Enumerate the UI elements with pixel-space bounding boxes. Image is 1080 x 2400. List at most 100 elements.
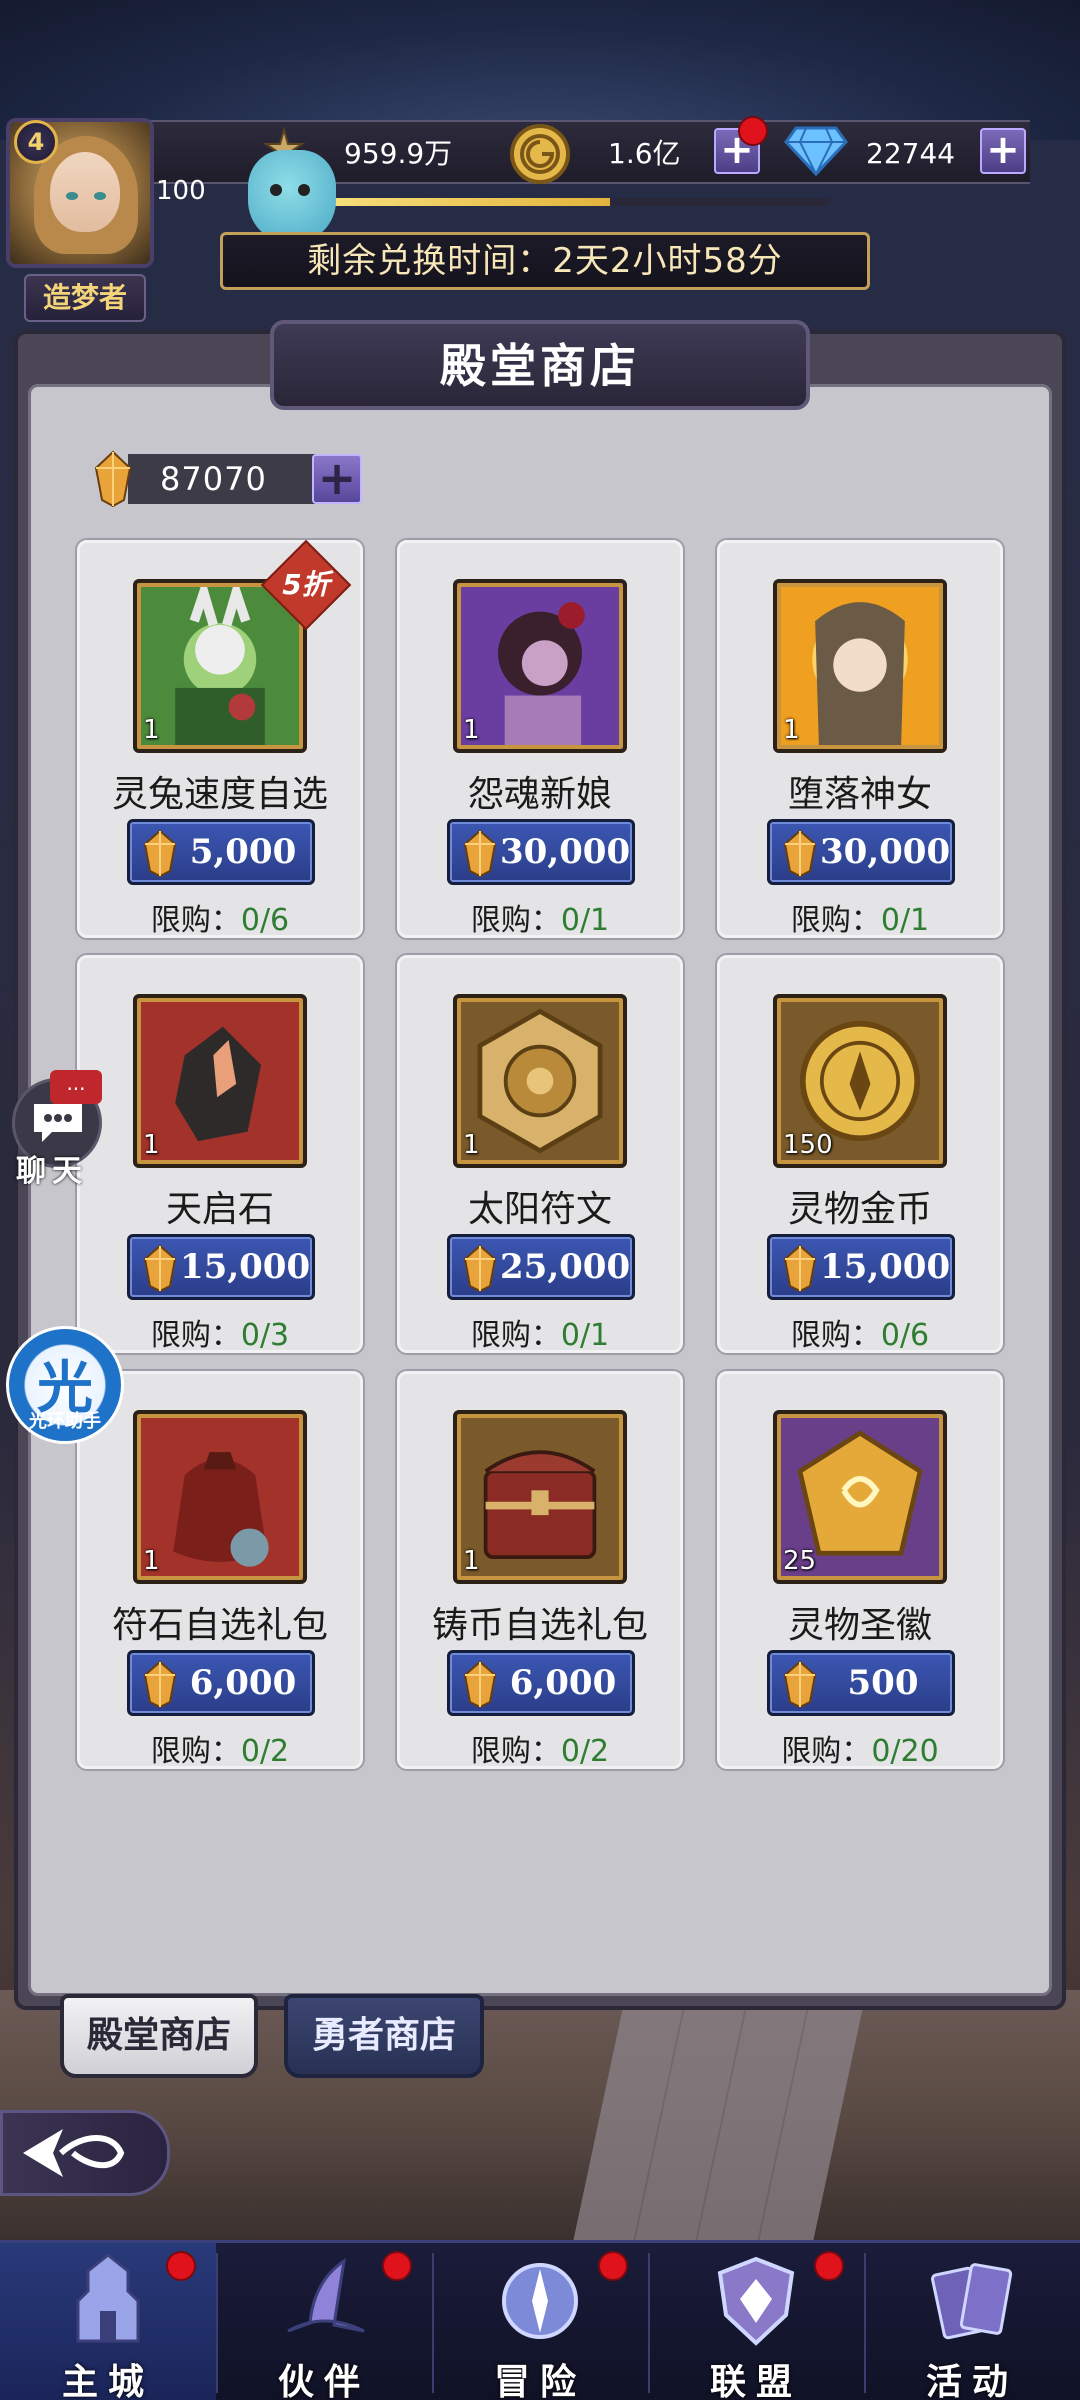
purchase-limit-value: 0/1 xyxy=(560,1318,610,1353)
shop-item-image[interactable]: 1 xyxy=(773,579,947,753)
purchase-limit-value: 0/1 xyxy=(880,903,930,938)
crystal-icon xyxy=(783,1660,817,1708)
assistant-button[interactable]: 光 光环助手 xyxy=(6,1326,124,1444)
nav-label: 活动 xyxy=(925,2362,1018,2400)
compass-icon xyxy=(502,2263,578,2339)
buy-button[interactable]: 500 xyxy=(767,1650,955,1716)
exchange-timer: 剩余兑换时间：2天2小时58分 xyxy=(220,232,870,290)
shop-item-count: 1 xyxy=(783,715,800,745)
shop-item-card[interactable]: 1 铸币自选礼包 6,000 限购：0/2 xyxy=(397,1371,683,1769)
crystal-icon xyxy=(463,1660,497,1708)
shop-item-card[interactable]: 1 堕落神女 30,000 限购：0/1 xyxy=(717,540,1003,938)
buy-button[interactable]: 6,000 xyxy=(127,1650,315,1716)
shop-currency-value: 87070 xyxy=(128,454,328,504)
shop-item-card[interactable]: 25 灵物圣徽 500 限购：0/20 xyxy=(717,1371,1003,1769)
price-value: 25,000 xyxy=(500,1247,631,1287)
shop-item-card[interactable]: 1 怨魂新娘 30,000 限购：0/1 xyxy=(397,540,683,938)
diamond-value: 22744 xyxy=(866,137,956,170)
nav-separator xyxy=(648,2253,650,2393)
wizard-hat-icon xyxy=(287,2257,365,2333)
shop-item-image[interactable]: 1 xyxy=(453,579,627,753)
shop-item-image[interactable]: 25 xyxy=(773,1410,947,1584)
shop-item-image[interactable]: 150 xyxy=(773,994,947,1168)
notification-dot xyxy=(814,2251,844,2281)
crystal-icon xyxy=(783,829,817,877)
tab-hall-shop[interactable]: 殿堂商店 xyxy=(60,1994,258,2078)
shop-item-image[interactable]: 1 xyxy=(133,994,307,1168)
nav-separator xyxy=(216,2253,218,2393)
buy-button[interactable]: 15,000 xyxy=(127,1234,315,1300)
price-value: 6,000 xyxy=(509,1663,617,1703)
crystal-icon xyxy=(143,1660,177,1708)
assistant-label: 光环助手 xyxy=(29,1411,101,1432)
discount-badge: 5折 xyxy=(260,539,352,631)
shop-item-card[interactable]: 1 5折 灵兔速度自选 5,000 限购：0/6 xyxy=(77,539,363,938)
add-diamond-button[interactable]: + xyxy=(980,128,1026,174)
shop-title: 殿堂商店 xyxy=(270,320,810,410)
buy-button[interactable]: 30,000 xyxy=(447,819,635,885)
buy-button[interactable]: 25,000 xyxy=(447,1234,635,1300)
shop-currency: 87070 + xyxy=(90,450,362,508)
purchase-limit-label: 限购： xyxy=(470,903,561,938)
price-value: 5,000 xyxy=(189,832,297,872)
nav-item[interactable]: 冒险 xyxy=(432,2243,648,2400)
crystal-icon xyxy=(463,829,497,877)
crystal-icon xyxy=(143,829,177,877)
nav-item[interactable]: 联盟 xyxy=(648,2243,864,2400)
shop-item-card[interactable]: 1 天启石 15,000 限购：0/3 xyxy=(77,955,363,1353)
shop-item-name: 怨魂新娘 xyxy=(467,774,612,815)
price-value: 30,000 xyxy=(500,832,631,872)
purchase-limit-value: 0/2 xyxy=(560,1734,610,1769)
purchase-limit-value: 0/20 xyxy=(871,1734,939,1769)
purchase-limit-value: 0/6 xyxy=(880,1318,930,1353)
chat-badge: ... xyxy=(50,1070,102,1104)
shop-item-count: 1 xyxy=(143,1546,160,1576)
tab-hero-shop[interactable]: 勇者商店 xyxy=(284,1994,484,2078)
shop-item-name: 灵物金币 xyxy=(787,1189,932,1230)
purchase-limit: 限购：0/1 xyxy=(400,1310,680,1354)
crystal-icon xyxy=(143,1244,177,1292)
nav-label: 联盟 xyxy=(709,2362,802,2400)
purchase-limit-label: 限购： xyxy=(470,1734,561,1769)
shop-item-image[interactable]: 1 xyxy=(133,1410,307,1584)
buy-button[interactable]: 5,000 xyxy=(127,819,315,885)
nav-item[interactable]: 活动 xyxy=(864,2243,1080,2400)
purchase-limit-label: 限购： xyxy=(790,1318,881,1353)
shop-item-card[interactable]: 150 灵物金币 15,000 限购：0/6 xyxy=(717,955,1003,1353)
shop-item-count: 25 xyxy=(783,1546,817,1576)
purchase-limit-value: 0/6 xyxy=(240,903,290,938)
purchase-limit-value: 0/3 xyxy=(240,1318,290,1353)
add-currency-button[interactable]: + xyxy=(312,454,362,504)
shop-item-name: 天启石 xyxy=(165,1189,274,1230)
avatar-level-number: 100 xyxy=(156,176,206,206)
chat-button[interactable]: ... 聊天 xyxy=(4,1070,102,1189)
crystal-icon xyxy=(463,1244,497,1292)
buy-button[interactable]: 6,000 xyxy=(447,1650,635,1716)
shop-item-card[interactable]: 1 太阳符文 25,000 限购：0/1 xyxy=(397,955,683,1353)
notification-dot xyxy=(166,2251,196,2281)
notification-dot xyxy=(382,2251,412,2281)
shop-item-image[interactable]: 1 xyxy=(453,1410,627,1584)
back-button[interactable] xyxy=(0,2110,170,2196)
buy-button[interactable]: 30,000 xyxy=(767,819,955,885)
pet-mascot[interactable] xyxy=(248,150,336,242)
shop-item-image[interactable]: 1 xyxy=(453,994,627,1168)
nav-item[interactable]: 伙伴 xyxy=(216,2243,432,2400)
purchase-limit-label: 限购： xyxy=(781,1734,872,1769)
nav-separator xyxy=(864,2253,866,2393)
purchase-limit-label: 限购： xyxy=(470,1318,561,1353)
nav-item[interactable]: 主城 xyxy=(0,2243,216,2400)
shop-item-count: 1 xyxy=(143,715,160,745)
crystal-icon xyxy=(783,1244,817,1292)
purchase-limit: 限购：0/2 xyxy=(80,1726,360,1770)
buy-button[interactable]: 15,000 xyxy=(767,1234,955,1300)
crystal-icon xyxy=(94,450,132,508)
player-title[interactable]: 造梦者 xyxy=(24,274,146,322)
shop-item-name: 灵兔速度自选 xyxy=(111,774,328,815)
xp-progress-fill xyxy=(330,198,610,206)
gold-value: 1.6亿 xyxy=(608,137,681,170)
shop-item-count: 1 xyxy=(143,1130,160,1160)
gold-coin-icon xyxy=(510,124,570,184)
price-value: 15,000 xyxy=(180,1247,311,1287)
purchase-limit-value: 0/2 xyxy=(240,1734,290,1769)
